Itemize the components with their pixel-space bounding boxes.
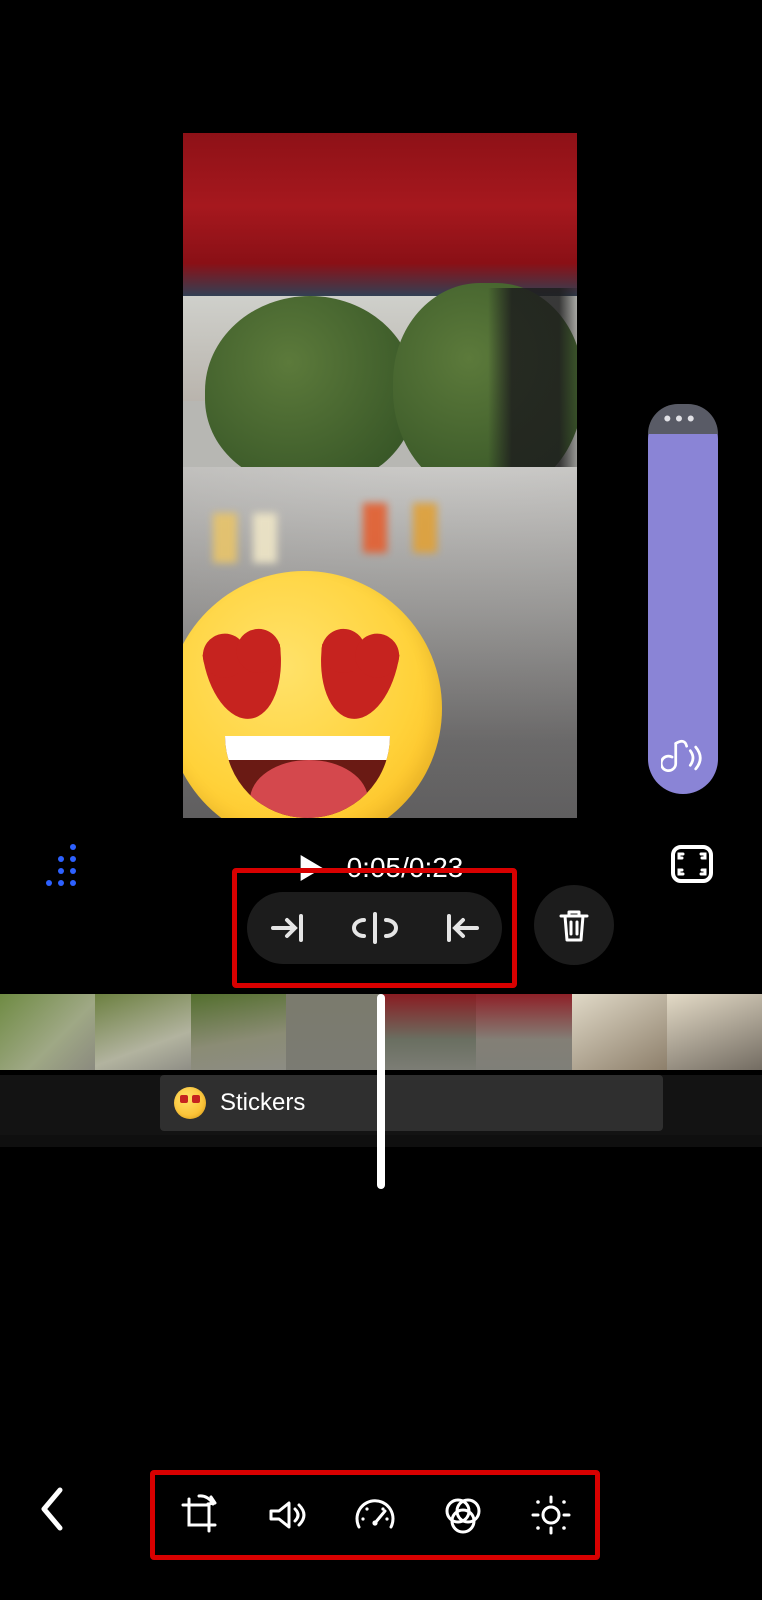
- trim-tools-pill: [247, 892, 502, 964]
- emoji-heart-eye: [203, 644, 290, 724]
- music-playing-icon: [661, 738, 705, 778]
- emoji-heart-eye: [313, 644, 400, 724]
- timeline-thumbnail[interactable]: [476, 994, 571, 1070]
- fullscreen-icon: [670, 844, 714, 884]
- split-clip-button[interactable]: [352, 908, 398, 948]
- heart-eyes-emoji-icon: [174, 1087, 206, 1119]
- timeline-thumbnail[interactable]: [0, 994, 95, 1070]
- more-dots-icon: •••: [663, 406, 698, 432]
- crop-rotate-button[interactable]: [177, 1493, 221, 1537]
- filters-button[interactable]: [441, 1493, 485, 1537]
- emoji-mouth: [225, 736, 390, 818]
- more-options-button[interactable]: •••: [648, 404, 718, 434]
- brightness-adjust-button[interactable]: [529, 1493, 573, 1537]
- preview-bg-reflection: [253, 513, 277, 563]
- preview-bg-reflection: [213, 513, 237, 563]
- preview-bg-awning: [183, 133, 577, 296]
- trim-end-to-playhead-button[interactable]: [437, 908, 483, 948]
- timeline-thumbnail[interactable]: [667, 994, 762, 1070]
- preview-bg-reflection: [363, 503, 387, 553]
- delete-button[interactable]: [534, 885, 614, 965]
- timeline-thumbnail[interactable]: [381, 994, 476, 1070]
- back-button[interactable]: [36, 1484, 92, 1540]
- preview-bg-tree: [205, 296, 415, 486]
- volume-button[interactable]: [265, 1493, 309, 1537]
- stickers-track-label: Stickers: [220, 1089, 305, 1117]
- preview-bg-reflection: [413, 503, 437, 553]
- timeline-thumbnail[interactable]: [95, 994, 190, 1070]
- playhead[interactable]: [377, 994, 385, 1189]
- timeline-thumbnail[interactable]: [572, 994, 667, 1070]
- playback-speed-button[interactable]: [353, 1493, 397, 1537]
- annotation-highlight-edit-tools: [150, 1470, 600, 1560]
- stickers-track-clip[interactable]: Stickers: [160, 1075, 663, 1131]
- timeline-thumbnail[interactable]: [286, 994, 381, 1070]
- trash-icon: [557, 906, 591, 944]
- audio-clip-overlay[interactable]: •••: [648, 404, 718, 794]
- video-preview[interactable]: [183, 133, 577, 818]
- bottom-toolbar: [0, 1440, 762, 1560]
- timeline-thumbnail[interactable]: [191, 994, 286, 1070]
- fullscreen-button[interactable]: [670, 844, 714, 889]
- annotation-highlight-trim-tools: [232, 868, 517, 988]
- trim-start-to-playhead-button[interactable]: [267, 908, 313, 948]
- chevron-left-icon: [36, 1484, 66, 1534]
- equalizer-icon[interactable]: [46, 850, 86, 886]
